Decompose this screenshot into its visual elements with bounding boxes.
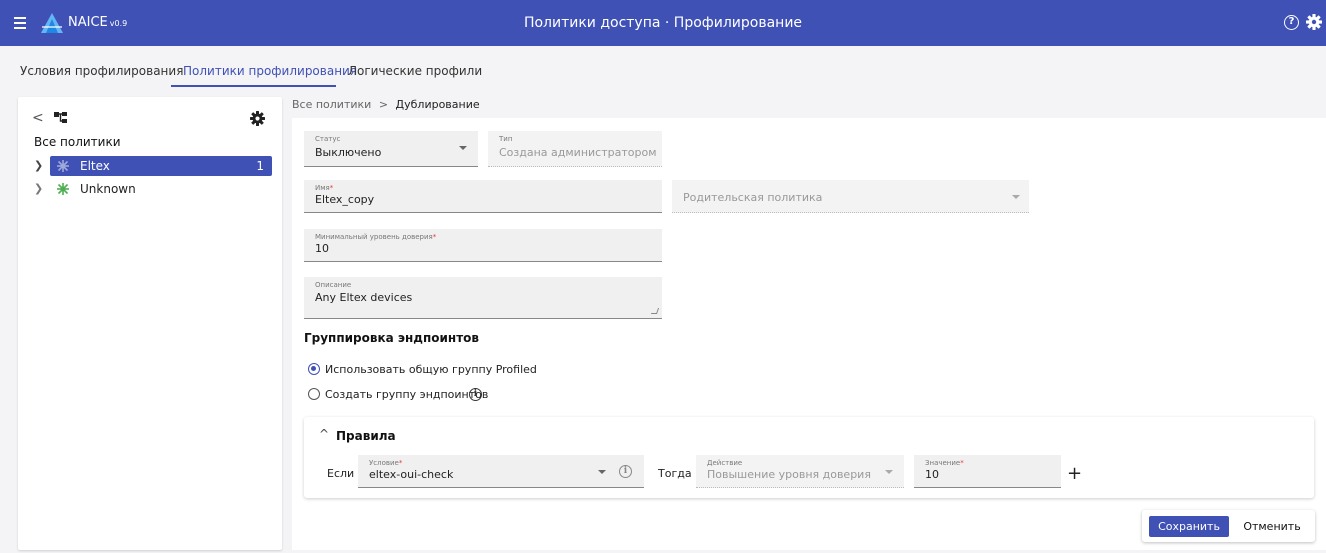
required-mark: * — [432, 233, 437, 241]
save-button[interactable]: Сохранить — [1149, 516, 1229, 537]
tree-node-label: Eltex — [80, 159, 110, 173]
form-actions: Сохранить Отменить — [1142, 510, 1315, 542]
parent-policy-placeholder: Родительская политика — [683, 191, 823, 204]
dropdown-arrow-icon — [598, 470, 606, 474]
required-mark: * — [960, 459, 964, 467]
min-trust-input[interactable]: 10 — [315, 242, 329, 255]
required-mark: * — [329, 184, 334, 192]
collapse-chevron-icon[interactable]: ^ — [319, 427, 329, 441]
settings-gear-icon[interactable] — [250, 111, 265, 126]
name-input[interactable]: Eltex_copy — [315, 193, 374, 206]
dropdown-arrow-icon — [459, 146, 467, 150]
breadcrumb-current: Дублирование — [395, 98, 480, 111]
radio-label: Использовать общую группу Profiled — [325, 363, 537, 376]
condition-value: eltex-oui-check — [369, 468, 454, 481]
tree-node-label: Unknown — [80, 182, 136, 196]
name-label: Имя* — [315, 184, 334, 192]
add-rule-icon[interactable]: + — [1067, 463, 1082, 484]
tab-profiling-conditions[interactable]: Условия профилирования — [20, 64, 183, 78]
action-label: Действие — [707, 459, 743, 467]
description-field[interactable]: Описание Any Eltex devices — [304, 277, 662, 319]
resize-handle-icon[interactable] — [650, 308, 660, 314]
all-policies-heading: Все политики — [34, 135, 121, 149]
expand-chevron-icon[interactable]: ❯ — [34, 182, 43, 195]
status-value: Выключено — [315, 146, 382, 159]
status-label: Статус — [315, 135, 341, 143]
top-app-bar: NAICE v0.9 Политики доступа · Профилирова… — [0, 0, 1326, 46]
rules-title: Правила — [336, 429, 396, 443]
value-input[interactable]: 10 — [925, 468, 939, 481]
radio-unchecked-icon — [308, 388, 320, 400]
rule-action-select: Действие Повышение уровня доверия — [696, 455, 904, 488]
active-tab-indicator — [171, 85, 336, 87]
endpoint-grouping-title: Группировка эндпоинтов — [304, 331, 480, 345]
rule-value-field[interactable]: Значение* 10 — [914, 455, 1061, 488]
collapse-panel-button[interactable]: < — [32, 110, 44, 126]
breadcrumb-separator: > — [378, 98, 389, 111]
type-label: Тип — [499, 135, 513, 143]
value-label: Значение* — [925, 459, 964, 467]
radio-checked-icon — [308, 363, 320, 375]
network-node-icon — [57, 183, 69, 195]
min-trust-label: Минимальный уровень доверия* — [315, 233, 437, 241]
parent-policy-select: Родительская политика — [672, 180, 1029, 213]
info-icon[interactable]: i — [469, 388, 482, 401]
breadcrumb-root-link[interactable]: Все политики — [292, 98, 371, 111]
min-trust-level-field[interactable]: Минимальный уровень доверия* 10 — [304, 229, 662, 262]
info-icon[interactable]: i — [619, 465, 632, 478]
rule-condition-select[interactable]: Условие* eltex-oui-check — [358, 455, 644, 488]
radio-label: Создать группу эндпоинтов — [325, 388, 489, 401]
rule-then-label: Тогда — [658, 467, 692, 480]
expand-chevron-icon[interactable]: ❯ — [34, 159, 43, 172]
network-node-icon — [57, 160, 69, 172]
required-mark: * — [398, 459, 403, 467]
dropdown-arrow-icon — [885, 470, 893, 474]
tab-logical-profiles[interactable]: Логические профили — [348, 64, 482, 78]
help-icon[interactable]: ? — [1284, 15, 1299, 30]
breadcrumb: Все политики > Дублирование — [292, 98, 480, 111]
rule-if-label: Если — [327, 467, 355, 480]
status-select[interactable]: Статус Выключено — [304, 131, 478, 167]
action-value: Повышение уровня доверия — [707, 468, 871, 481]
condition-label: Условие* — [369, 459, 403, 467]
type-value: Создана администратором — [499, 146, 657, 159]
type-field: Тип Создана администратором — [488, 131, 662, 167]
tree-structure-icon[interactable] — [54, 112, 68, 124]
policy-tree-panel: < Все политики ❯ Eltex 1 ❯ Unknown — [18, 97, 282, 550]
tree-node-count: 1 — [256, 159, 264, 173]
cancel-button[interactable]: Отменить — [1234, 516, 1310, 537]
tab-profiling-policies[interactable]: Политики профилирования — [183, 64, 357, 78]
tab-bar: Условия профилирования Политики профилир… — [0, 46, 1326, 90]
tree-node-eltex[interactable]: ❯ Eltex 1 — [34, 156, 272, 176]
name-field[interactable]: Имя* Eltex_copy — [304, 180, 662, 213]
dropdown-arrow-icon — [1012, 195, 1020, 199]
description-textarea[interactable]: Any Eltex devices — [315, 291, 412, 304]
tree-node-unknown[interactable]: ❯ Unknown — [34, 179, 272, 199]
page-title: Политики доступа · Профилирование — [523, 15, 803, 31]
gear-icon[interactable] — [1306, 14, 1322, 30]
description-label: Описание — [315, 281, 352, 289]
